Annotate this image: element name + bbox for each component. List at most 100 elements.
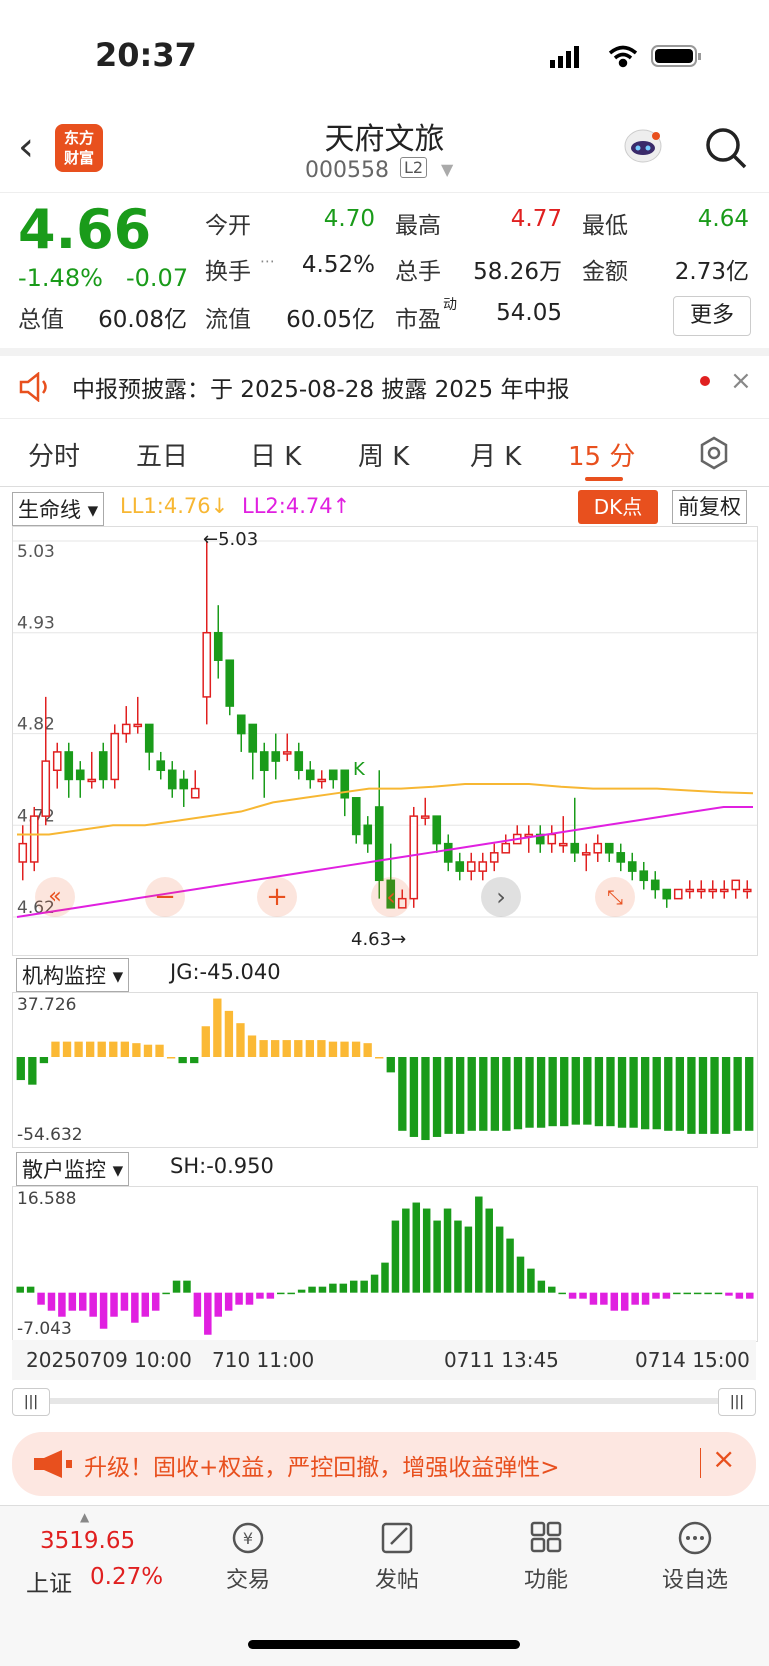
adjust-button[interactable]: 前复权 xyxy=(672,490,747,524)
indicator-bar xyxy=(513,1057,523,1130)
candle-body xyxy=(570,842,580,854)
float-value: 60.05亿 xyxy=(286,307,375,333)
time-label-1: 20250709 10:00 xyxy=(26,1348,192,1372)
tab-day-k[interactable]: 日 K xyxy=(250,436,301,473)
candle-body xyxy=(305,769,315,781)
candle-body xyxy=(409,815,419,900)
indicator-bar xyxy=(444,1057,453,1134)
index-value[interactable]: 3519.65 xyxy=(40,1528,135,1554)
tab-month-k[interactable]: 月 K xyxy=(470,436,521,473)
jg-select[interactable]: 机构监控 ▾ xyxy=(16,958,130,992)
notice-bar[interactable]: 中报预披露：于 2025-08-28 披露 2025 年中报 × xyxy=(0,356,769,419)
close-icon[interactable]: × xyxy=(712,1442,735,1475)
indicator-bar xyxy=(664,1057,673,1131)
nav-function[interactable]: 功能 xyxy=(496,1520,596,1594)
indicator-bar xyxy=(247,1035,257,1058)
indicator-bar xyxy=(68,1292,77,1311)
jg-select-label: 机构监控 xyxy=(22,964,106,988)
indicator-bar xyxy=(297,1289,306,1293)
indicator-bar xyxy=(432,1057,442,1137)
candle-body xyxy=(685,888,695,893)
tab-intraday[interactable]: 分时 xyxy=(28,436,80,473)
indicator-bar xyxy=(109,1041,118,1058)
scroll-left-icon[interactable]: ‹ xyxy=(371,877,411,917)
indicator-bar xyxy=(363,1043,372,1058)
indicator-bar xyxy=(120,1292,129,1311)
indicator-bar xyxy=(683,1292,692,1295)
range-slider[interactable]: ||| ||| xyxy=(12,1388,756,1416)
signal-icon xyxy=(550,46,579,68)
indicator-bar xyxy=(583,1057,592,1125)
indicator-bar xyxy=(381,1262,389,1293)
nav-watchlist[interactable]: 设自选 xyxy=(645,1520,745,1594)
candle-body xyxy=(282,751,292,755)
l2-badge[interactable]: L2 xyxy=(400,157,428,178)
tab-week-k[interactable]: 周 K xyxy=(358,436,409,473)
indicator-bar xyxy=(235,1292,243,1305)
indicator-bar xyxy=(74,1041,83,1058)
gear-icon[interactable] xyxy=(697,436,731,470)
indicator-bar xyxy=(454,1220,462,1293)
indicator-bar xyxy=(26,1286,35,1293)
indicator-bar xyxy=(308,1286,316,1293)
candle-body xyxy=(317,778,327,783)
tab-five-day[interactable]: 五日 xyxy=(136,436,188,473)
candle-body xyxy=(259,751,269,772)
indicator-bar xyxy=(525,1057,534,1128)
robot-assistant-icon[interactable] xyxy=(620,124,666,170)
range-right-handle[interactable]: ||| xyxy=(718,1388,756,1416)
jg-chart[interactable]: 37.726 -54.632 xyxy=(12,992,758,1148)
indicator-bar xyxy=(422,1208,431,1293)
sh-value: SH:-0.950 xyxy=(170,1154,274,1178)
stock-code: 000558 xyxy=(305,158,389,183)
sh-chart[interactable]: 16.588 -7.043 xyxy=(12,1186,758,1342)
indicator-bar xyxy=(421,1057,430,1141)
scroll-right-icon[interactable]: › xyxy=(481,877,521,917)
time-axis: 20250709 10:00 710 11:00 0711 13:45 0714… xyxy=(12,1340,756,1380)
range-left-handle[interactable]: ||| xyxy=(12,1388,50,1416)
info-icon[interactable]: ⋯ xyxy=(260,252,275,270)
pe-value: 54.05 xyxy=(496,300,562,326)
candle-body xyxy=(673,888,683,900)
candle-body xyxy=(75,769,85,781)
dk-point-button[interactable]: DK点 xyxy=(578,490,658,524)
y-tick-label: 5.03 xyxy=(17,542,55,562)
scroll-left-fast-icon[interactable]: « xyxy=(35,877,75,917)
more-button[interactable]: 更多 xyxy=(673,296,751,336)
indicator-bar xyxy=(236,1023,245,1058)
candle-body xyxy=(18,842,28,863)
chevron-down-icon[interactable]: ▼ xyxy=(441,160,453,179)
nav-post-label: 发帖 xyxy=(374,1568,419,1593)
jg-svg xyxy=(16,998,754,1141)
svg-text:¥: ¥ xyxy=(243,1529,253,1548)
indicator-bar xyxy=(662,1292,671,1299)
indicator-bar xyxy=(328,1041,338,1058)
nav-trade[interactable]: ¥ 交易 xyxy=(198,1520,298,1594)
indicator-bar xyxy=(409,1057,419,1137)
search-icon[interactable] xyxy=(704,126,748,170)
expand-icon[interactable]: ⤡ xyxy=(595,877,635,917)
candle-body xyxy=(639,870,649,882)
candle-body xyxy=(144,723,154,753)
change-percent: -1.48% xyxy=(18,264,103,292)
candle-body xyxy=(225,659,235,707)
tab-15min[interactable]: 15 分 xyxy=(568,436,635,473)
candlestick-chart[interactable]: 5.034.934.824.724.62 ←5.03 4.63→ K « − +… xyxy=(12,526,758,956)
zoom-out-icon[interactable]: − xyxy=(145,877,185,917)
indicator-bar xyxy=(204,1292,212,1335)
status-icons xyxy=(550,45,701,68)
sh-select[interactable]: 散户监控 ▾ xyxy=(16,1152,130,1186)
indicator-bar xyxy=(733,1057,742,1131)
indicator-bar xyxy=(589,1292,598,1305)
zoom-in-icon[interactable]: + xyxy=(257,877,297,917)
close-icon[interactable]: × xyxy=(730,366,752,396)
max-price-label: ←5.03 xyxy=(203,529,259,550)
indicator-select[interactable]: 生命线 ▾ xyxy=(12,492,105,526)
indicator-bar xyxy=(132,1043,141,1058)
indicator-bar xyxy=(620,1292,629,1311)
candle-body xyxy=(455,861,465,872)
indicator-bar xyxy=(641,1292,650,1305)
indicator-bar xyxy=(245,1292,254,1305)
promo-banner[interactable]: 升级！固收+权益，严控回撤，增强收益弹性> × xyxy=(12,1432,756,1496)
nav-post[interactable]: 发帖 xyxy=(347,1520,447,1594)
